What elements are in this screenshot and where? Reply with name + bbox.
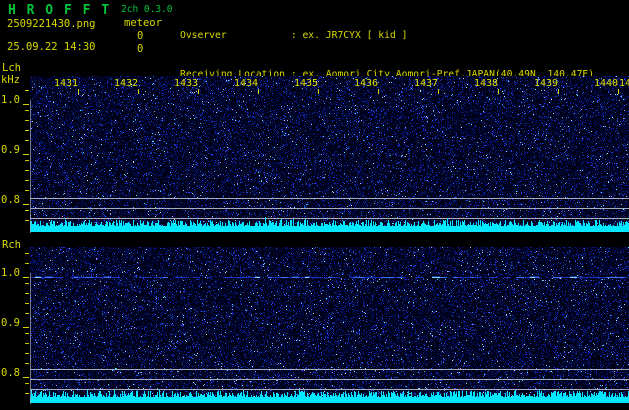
lch-freq-label: 0.9 xyxy=(1,144,20,156)
rch-freq-minor-tick xyxy=(25,313,29,314)
meteor-count-rch: 0 xyxy=(137,43,144,55)
time-axis-label: 1433 xyxy=(174,78,199,89)
time-axis-label: 1431 xyxy=(54,78,79,89)
rch-freq-minor-tick xyxy=(25,293,29,294)
app-title: H R O F F T xyxy=(8,3,111,18)
rch-freq-minor-tick xyxy=(25,393,29,394)
time-axis-label: 1435 xyxy=(294,78,319,89)
lch-freq-minor-tick xyxy=(25,160,29,161)
time-axis-label: 1434 xyxy=(234,78,259,89)
rch-freq-minor-tick xyxy=(25,363,29,364)
lch-freq-major-tick xyxy=(23,104,29,105)
hrofft-window: H R O F F T 2ch 0.3.0 2509221430.png met… xyxy=(0,0,629,410)
lch-freq-minor-tick xyxy=(25,90,29,91)
observation-datetime: 25.09.22 14:30 xyxy=(7,41,96,53)
rch-freq-major-tick xyxy=(23,277,29,278)
time-axis-label: 1436 xyxy=(354,78,379,89)
observer-line: Ovserver : ex. JR7CYX [ kid ] xyxy=(180,30,408,41)
lch-freq-minor-tick xyxy=(25,190,29,191)
time-axis-label: 1440 xyxy=(594,78,619,89)
frequency-unit-label: kHz xyxy=(1,74,20,86)
rch-spectrogram xyxy=(30,247,629,404)
rch-freq-label: 0.9 xyxy=(1,317,20,329)
lch-freq-minor-tick xyxy=(25,130,29,131)
rch-freq-minor-tick xyxy=(25,343,29,344)
rch-freq-label: 1.0 xyxy=(1,267,20,279)
lch-freq-minor-tick xyxy=(25,180,29,181)
lch-freq-label: 1.0 xyxy=(1,94,20,106)
output-filename: 2509221430.png xyxy=(7,18,96,30)
lch-freq-minor-tick xyxy=(25,210,29,211)
app-version: 2ch 0.3.0 xyxy=(121,4,173,15)
lch-axis-line xyxy=(30,100,31,233)
lch-freq-minor-tick xyxy=(25,220,29,221)
lch-freq-minor-tick xyxy=(25,120,29,121)
meteor-count-lch: 0 xyxy=(137,30,144,42)
meteor-counter-label: meteor xyxy=(124,17,162,29)
lch-freq-major-tick xyxy=(23,154,29,155)
time-axis-label: 1432 xyxy=(114,78,139,89)
lch-freq-major-tick xyxy=(23,204,29,205)
rch-freq-major-tick xyxy=(23,327,29,328)
lch-panel-label: Lch xyxy=(2,62,21,74)
rch-freq-minor-tick xyxy=(25,303,29,304)
rch-freq-minor-tick xyxy=(25,353,29,354)
rch-axis-line xyxy=(30,273,31,404)
rch-panel-label: Rch xyxy=(2,239,21,251)
rch-freq-minor-tick xyxy=(25,283,29,284)
time-axis-label: 1437 xyxy=(414,78,439,89)
lch-freq-minor-tick xyxy=(25,140,29,141)
rch-freq-minor-tick xyxy=(25,383,29,384)
lch-freq-label: 0.8 xyxy=(1,194,20,206)
lch-freq-minor-tick xyxy=(25,170,29,171)
rch-freq-minor-tick xyxy=(25,333,29,334)
rch-freq-minor-tick xyxy=(25,263,29,264)
rch-freq-major-tick xyxy=(23,377,29,378)
time-axis-label: 1438 xyxy=(474,78,499,89)
lch-freq-minor-tick xyxy=(25,110,29,111)
lch-spectrogram xyxy=(30,76,629,233)
time-axis-label: 1439 xyxy=(534,78,559,89)
rch-freq-minor-tick xyxy=(25,253,29,254)
time-axis-label-clipped: 14 xyxy=(619,78,629,89)
rch-freq-label: 0.8 xyxy=(1,367,20,379)
